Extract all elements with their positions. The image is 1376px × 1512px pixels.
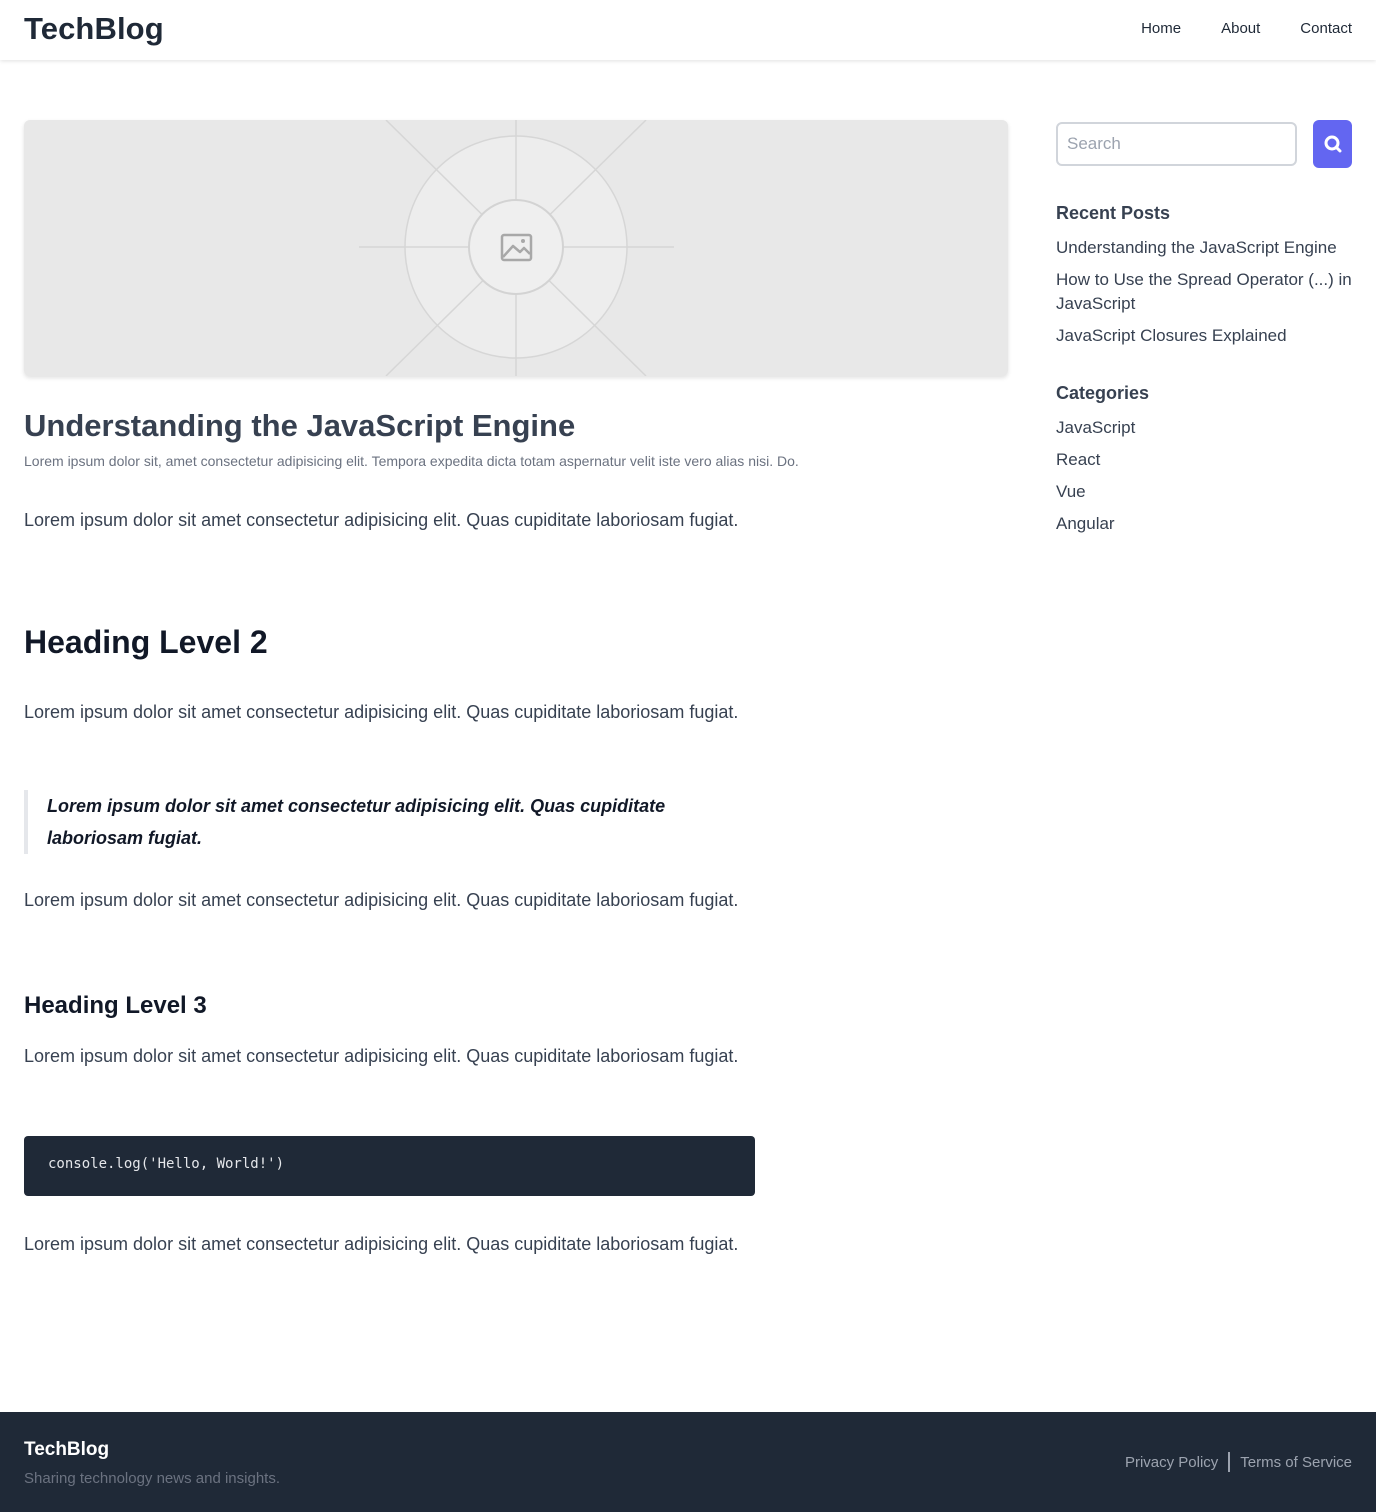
site-header: TechBlog Home About Contact [0, 0, 1376, 60]
list-item: JavaScript Closures Explained [1056, 324, 1352, 348]
list-item: How to Use the Spread Operator (...) in … [1056, 268, 1352, 316]
footer-tagline: Sharing technology news and insights. [24, 1470, 280, 1487]
blockquote: Lorem ipsum dolor sit amet consectetur a… [24, 790, 755, 854]
recent-post-link[interactable]: How to Use the Spread Operator (...) in … [1056, 270, 1352, 313]
nav-link-contact[interactable]: Contact [1300, 20, 1352, 37]
list-item: Vue [1056, 480, 1352, 504]
footer-brand: TechBlog [24, 1439, 110, 1460]
search-icon [1324, 135, 1341, 153]
post-title: Understanding the JavaScript Engine [24, 408, 576, 443]
paragraph: Lorem ipsum dolor sit amet consectetur a… [24, 702, 739, 722]
recent-posts-heading: Recent Posts [1056, 203, 1171, 223]
list-item: React [1056, 448, 1352, 472]
site-footer: TechBlog Sharing technology news and ins… [0, 1412, 1376, 1512]
heading-level-2: Heading Level 2 [24, 624, 268, 660]
hero-image-placeholder [24, 120, 1008, 376]
search-input[interactable] [1056, 122, 1297, 166]
brand-logo[interactable]: TechBlog [24, 11, 164, 47]
categories-heading: Categories [1056, 383, 1150, 403]
paragraph: Lorem ipsum dolor sit amet consectetur a… [24, 890, 739, 910]
nav-link-home[interactable]: Home [1141, 20, 1181, 37]
terms-of-service-link[interactable]: Terms of Service [1240, 1454, 1352, 1471]
recent-post-link[interactable]: JavaScript Closures Explained [1056, 326, 1287, 345]
post-excerpt: Lorem ipsum dolor sit, amet consectetur … [24, 453, 799, 469]
recent-post-link[interactable]: Understanding the JavaScript Engine [1056, 238, 1337, 257]
paragraph: Lorem ipsum dolor sit amet consectetur a… [24, 1234, 739, 1254]
heading-level-3: Heading Level 3 [24, 992, 207, 1019]
paragraph: Lorem ipsum dolor sit amet consectetur a… [24, 1046, 739, 1066]
main-content: Understanding the JavaScript Engine Lore… [24, 120, 1008, 1254]
list-item: JavaScript [1056, 416, 1352, 440]
nav-link-about[interactable]: About [1221, 20, 1260, 37]
categories-list: JavaScript React Vue Angular [1056, 416, 1352, 544]
category-link-angular[interactable]: Angular [1056, 514, 1115, 533]
list-item: Angular [1056, 512, 1352, 536]
category-link-react[interactable]: React [1056, 450, 1100, 469]
privacy-policy-link[interactable]: Privacy Policy [1125, 1454, 1218, 1471]
image-placeholder-icon [359, 120, 674, 376]
category-link-vue[interactable]: Vue [1056, 482, 1086, 501]
footer-divider [1228, 1452, 1231, 1472]
paragraph: Lorem ipsum dolor sit amet consectetur a… [24, 510, 739, 530]
main-nav: Home About Contact [1101, 20, 1352, 37]
category-link-javascript[interactable]: JavaScript [1056, 418, 1135, 437]
list-item: Understanding the JavaScript Engine [1056, 236, 1352, 260]
footer-links: Privacy Policy Terms of Service [1125, 1452, 1352, 1472]
search-button[interactable] [1313, 120, 1352, 168]
code-block: console.log('Hello, World!') [24, 1136, 755, 1196]
recent-posts-list: Understanding the JavaScript Engine How … [1056, 236, 1352, 356]
